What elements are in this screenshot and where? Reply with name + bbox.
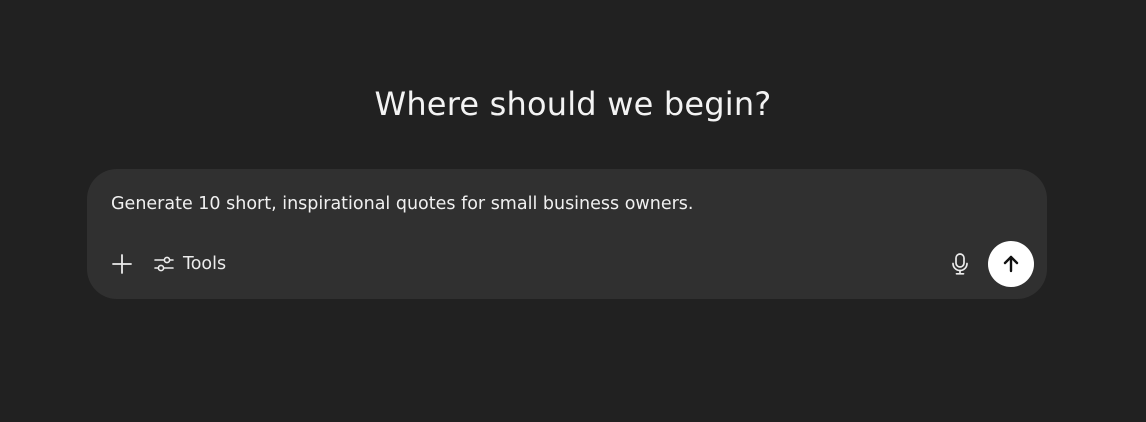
arrow-up-icon bbox=[1001, 254, 1021, 274]
send-button[interactable] bbox=[988, 241, 1034, 287]
sliders-icon bbox=[153, 253, 175, 275]
add-attachment-button[interactable] bbox=[107, 249, 137, 279]
voice-input-button[interactable] bbox=[945, 248, 975, 280]
chat-home-page: Where should we begin? Generate 10 short… bbox=[0, 0, 1146, 422]
microphone-icon bbox=[950, 252, 970, 276]
plus-icon bbox=[111, 253, 133, 275]
tools-label: Tools bbox=[183, 254, 227, 274]
tools-button[interactable]: Tools bbox=[153, 247, 226, 281]
page-heading: Where should we begin? bbox=[374, 85, 772, 123]
prompt-composer: Generate 10 short, inspirational quotes … bbox=[87, 169, 1047, 299]
prompt-input[interactable]: Generate 10 short, inspirational quotes … bbox=[111, 191, 693, 217]
